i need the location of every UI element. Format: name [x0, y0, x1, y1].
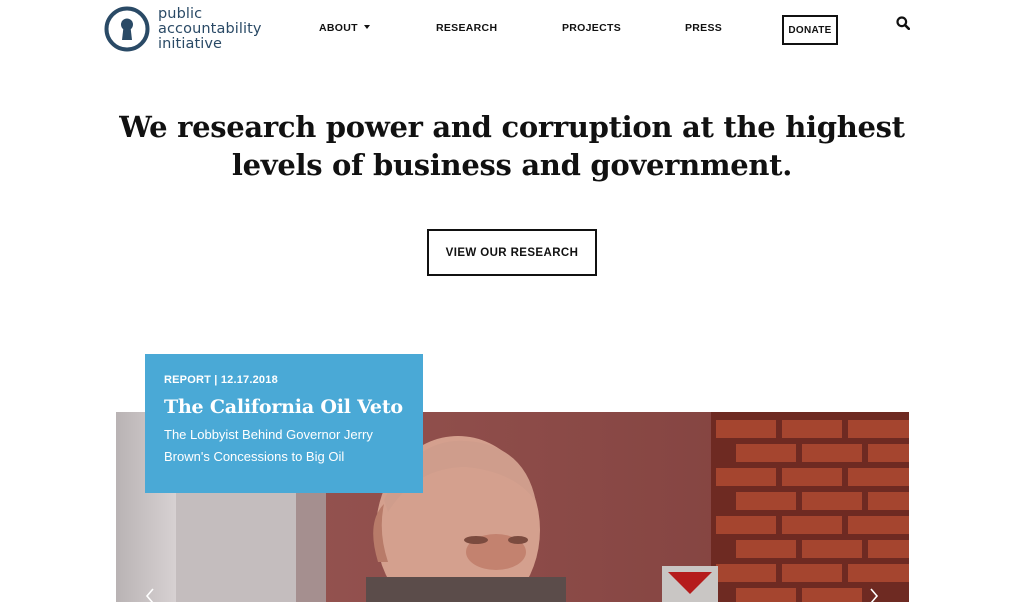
carousel-next-button[interactable]: [866, 588, 882, 602]
logo-line-1: public: [158, 5, 203, 22]
feature-meta: REPORT | 12.17.2018: [164, 374, 278, 386]
hero-heading: We research power and corruption at the …: [119, 110, 905, 182]
search-button[interactable]: [894, 14, 912, 32]
carousel-prev-button[interactable]: [142, 588, 158, 602]
main-nav: ABOUT RESEARCH PROJECTS PRESS: [0, 22, 1024, 36]
nav-press[interactable]: PRESS: [685, 22, 722, 34]
nav-projects[interactable]: PROJECTS: [562, 22, 621, 34]
logo-line-3: initiative: [158, 35, 223, 52]
nav-about[interactable]: ABOUT: [319, 22, 370, 34]
feature-subtitle: The Lobbyist Behind Governor Jerry Brown…: [164, 427, 373, 464]
chevron-right-icon: [870, 588, 879, 602]
feature-card[interactable]: REPORT | 12.17.2018 The California Oil V…: [145, 354, 423, 493]
view-research-button[interactable]: VIEW OUR RESEARCH: [427, 229, 597, 276]
chevron-left-icon: [145, 588, 154, 602]
search-icon: [896, 16, 910, 30]
nav-about-label: ABOUT: [319, 22, 358, 34]
site-header: public accountability initiative ABOUT R…: [0, 0, 1024, 60]
chevron-down-icon: [363, 25, 370, 29]
feature-title[interactable]: The California Oil Veto: [164, 395, 405, 419]
nav-research[interactable]: RESEARCH: [436, 22, 497, 34]
donate-button[interactable]: DONATE: [782, 15, 838, 45]
